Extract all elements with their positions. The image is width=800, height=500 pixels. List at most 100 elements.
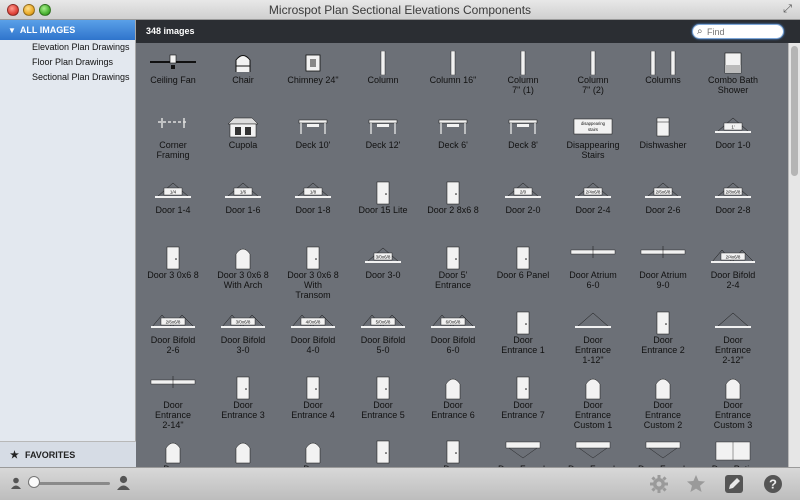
image-thumbnail[interactable]: 5/0x6/8 Door Bifold 5-0 (348, 311, 418, 355)
image-thumbnail[interactable]: Door Atrium 9-0 (628, 246, 698, 290)
image-thumbnail[interactable]: Door Patio (698, 440, 768, 467)
image-thumbnail[interactable]: Columns (628, 50, 698, 85)
image-thumbnail[interactable]: Door 3 0x6 8 (138, 246, 208, 280)
sidebar: ▼ ALL IMAGES Elevation Plan Drawings Floo… (0, 20, 136, 467)
sidebar-favorites[interactable]: ★ FAVORITES (0, 441, 136, 467)
scrollbar-thumb[interactable] (791, 46, 798, 176)
help-icon[interactable]: ? (763, 474, 783, 494)
arched-door-icon (558, 376, 628, 400)
image-thumbnail[interactable]: Door 3 0x6 8 With Arch (208, 246, 278, 290)
image-thumbnail[interactable]: 2/4x6/8 Door Bifold 2-4 (698, 246, 768, 290)
image-thumbnail[interactable]: Door 3 0x6 8 With Transom (278, 246, 348, 300)
image-thumbnail[interactable]: Deck 10' (278, 116, 348, 150)
image-thumbnail[interactable]: Door 2 8x6 8 (418, 181, 488, 215)
star-icon[interactable] (686, 474, 706, 494)
thumbnail-label: Dishwasher (639, 140, 687, 150)
thumbnail-label: Column 7" (2) (577, 75, 609, 95)
image-thumbnail[interactable]: disappearing stairs Disappearing Stairs (558, 116, 628, 160)
door-icon (348, 440, 418, 464)
thumbnail-label: Door Bifold 2-4 (710, 270, 756, 290)
image-thumbnail[interactable]: 3/0x6/8 Door Bifold 3-0 (208, 311, 278, 355)
image-thumbnail[interactable]: Door Entrance Custom 1 (558, 376, 628, 430)
image-thumbnail[interactable]: Door 5' Entrance (418, 246, 488, 290)
image-thumbnail[interactable]: Chimney 24" (278, 51, 348, 85)
image-thumbnail[interactable]: Ceiling Fan (138, 51, 208, 85)
small-thumbnail-icon[interactable] (11, 477, 21, 489)
door-icon (418, 181, 488, 205)
fullscreen-icon[interactable]: ⤢ (782, 4, 793, 15)
image-thumbnail[interactable]: Door Atrium 6-0 (558, 246, 628, 290)
image-thumbnail[interactable]: 6/0x6/8 Door Bifold 6-0 (418, 311, 488, 355)
vertical-scrollbar[interactable] (788, 43, 800, 467)
large-thumbnail-icon[interactable] (117, 475, 130, 490)
image-thumbnail[interactable]: Cupola (208, 116, 278, 150)
image-thumbnail[interactable]: Door (138, 440, 208, 467)
svg-text:stairs: stairs (588, 127, 598, 132)
image-thumbnail[interactable]: Door French (628, 440, 698, 467)
image-thumbnail[interactable]: Chair (208, 51, 278, 85)
image-thumbnail[interactable]: Door French (558, 440, 628, 467)
image-thumbnail[interactable]: Door (278, 440, 348, 467)
image-thumbnail[interactable]: 1/4 Door 1-4 (138, 181, 208, 215)
gear-icon[interactable] (649, 474, 669, 494)
image-thumbnail[interactable] (348, 440, 418, 464)
image-thumbnail[interactable]: Door Entrance Custom 2 (628, 376, 698, 430)
thumbnail-label: Door Atrium 9-0 (639, 270, 687, 290)
image-thumbnail[interactable]: 4/0x6/8 Door Bifold 4-0 (278, 311, 348, 355)
column-icon (488, 50, 558, 76)
image-thumbnail[interactable]: Door (418, 440, 488, 467)
image-thumbnail[interactable]: Column 7" (2) (558, 50, 628, 95)
thumbnail-label: Chair (232, 75, 254, 85)
image-thumbnail[interactable]: 2/6x6/8 Door Bifold 2-6 (138, 311, 208, 355)
image-thumbnail[interactable]: Corner Framing (138, 116, 208, 160)
image-thumbnail[interactable]: 1/8 Door 1-8 (278, 181, 348, 215)
image-thumbnail[interactable]: 2/8x6/8 Door 2-8 (698, 181, 768, 215)
image-thumbnail[interactable]: 2/4x6/8 Door 2-4 (558, 181, 628, 215)
sidebar-item-sectional[interactable]: Sectional Plan Drawings (0, 70, 135, 85)
thumbnail-label: Door Entrance Custom 2 (643, 400, 683, 430)
sidebar-item-all-images[interactable]: ▼ ALL IMAGES (0, 20, 135, 40)
image-thumbnail[interactable]: Door Entrance 3 (208, 376, 278, 420)
cupola-icon (208, 116, 278, 138)
image-thumbnail[interactable]: Deck 8' (488, 116, 558, 150)
image-thumbnail[interactable]: Door Entrance 1-12" (558, 311, 628, 365)
image-thumbnail[interactable]: Door French (488, 440, 558, 467)
thumbnail-label: Deck 6' (438, 140, 468, 150)
image-thumbnail[interactable]: Door Entrance 5 (348, 376, 418, 420)
image-thumbnail[interactable]: Door Entrance 7 (488, 376, 558, 420)
image-thumbnail[interactable] (208, 440, 278, 464)
sidebar-item-floor[interactable]: Floor Plan Drawings (0, 55, 135, 70)
image-thumbnail[interactable]: Column 7" (1) (488, 50, 558, 95)
zoom-slider-knob[interactable] (28, 476, 40, 488)
image-thumbnail[interactable]: Door Entrance Custom 3 (698, 376, 768, 430)
zoom-slider-track[interactable] (28, 482, 110, 485)
search-field[interactable]: ⌕ (692, 24, 784, 39)
thumbnail-label: Door Entrance Custom 1 (573, 400, 613, 430)
image-thumbnail[interactable]: Door Entrance 2 (628, 311, 698, 355)
image-thumbnail[interactable]: Door 15 Lite (348, 181, 418, 215)
image-thumbnail[interactable]: Combo Bath Shower (698, 51, 768, 95)
image-thumbnail[interactable]: Door 6 Panel (488, 246, 558, 280)
image-thumbnail[interactable]: Door Entrance 2-14" (138, 376, 208, 430)
search-input[interactable] (707, 26, 779, 38)
image-thumbnail[interactable]: Door Entrance 4 (278, 376, 348, 420)
image-thumbnail[interactable]: Column (348, 50, 418, 85)
image-thumbnail[interactable]: Door Entrance 6 (418, 376, 488, 420)
image-thumbnail[interactable]: 1/6 Door 1-6 (208, 181, 278, 215)
image-thumbnail[interactable]: Door Entrance 2-12" (698, 311, 768, 365)
image-thumbnail[interactable]: 2/0 Door 2-0 (488, 181, 558, 215)
thumbnail-label: Disappearing Stairs (566, 140, 620, 160)
image-thumbnail[interactable]: 2/6x6/8 Door 2-6 (628, 181, 698, 215)
image-thumbnail[interactable]: Dishwasher (628, 116, 698, 150)
image-thumbnail[interactable]: 1' Door 1-0 (698, 116, 768, 150)
stairs-icon: disappearing stairs (558, 116, 628, 138)
image-thumbnail[interactable]: Column 16" (418, 50, 488, 85)
image-thumbnail[interactable]: Deck 6' (418, 116, 488, 150)
image-thumbnail[interactable]: 3/0x6/8 Door 3-0 (348, 246, 418, 280)
disclosure-triangle-icon[interactable]: ▼ (8, 21, 16, 41)
door-swing-icon: 1/6 (208, 181, 278, 203)
image-thumbnail[interactable]: Door Entrance 1 (488, 311, 558, 355)
sidebar-item-elevation[interactable]: Elevation Plan Drawings (0, 40, 135, 55)
image-thumbnail[interactable]: Deck 12' (348, 116, 418, 150)
edit-icon[interactable] (724, 474, 744, 494)
